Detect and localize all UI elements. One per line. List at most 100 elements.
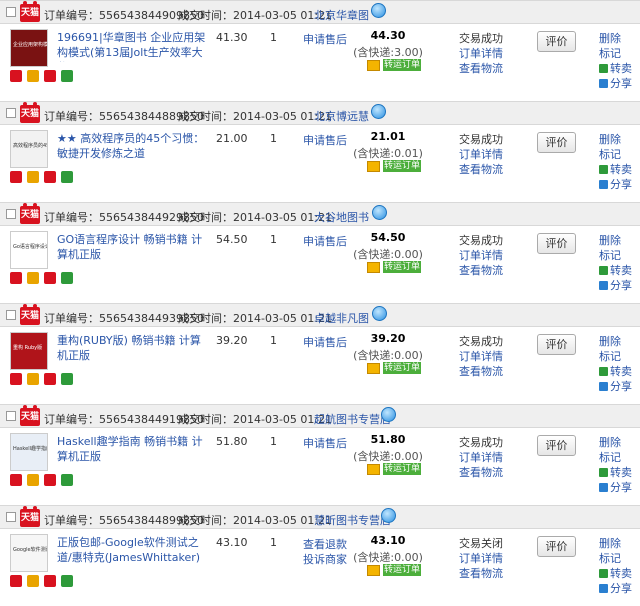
product-thumbnail[interactable]: Haskell趣学指南: [10, 433, 48, 471]
resell-link[interactable]: 转卖: [599, 364, 632, 379]
resell-link[interactable]: 转卖: [599, 263, 632, 278]
shop-name[interactable]: 卓越非凡图...: [314, 310, 370, 326]
complain-link[interactable]: 投诉商家: [303, 551, 347, 567]
product-title[interactable]: 正版包邮-Google软件测试之道/惠特克(JamesWhittaker): [57, 535, 207, 567]
share-link[interactable]: 分享: [599, 379, 632, 394]
evaluate-button[interactable]: 评价: [537, 233, 576, 254]
product-thumbnail[interactable]: Go语言程序设计: [10, 231, 48, 269]
product-title[interactable]: 重构(RUBY版) 畅销书籍 计算机正版: [57, 333, 207, 365]
resell-link[interactable]: 转卖: [599, 465, 632, 480]
order-checkbox[interactable]: [6, 7, 16, 17]
resell-link[interactable]: 转卖: [599, 566, 632, 581]
evaluate-button[interactable]: 评价: [537, 435, 576, 456]
after-sales-link[interactable]: 申请售后: [303, 233, 347, 249]
wangwang-chat-icon[interactable]: [372, 306, 387, 321]
mark-link[interactable]: 标记: [599, 46, 632, 61]
quantity: 1: [270, 31, 277, 44]
mark-link[interactable]: 标记: [599, 349, 632, 364]
delete-link[interactable]: 删除: [599, 233, 632, 248]
logistics-link[interactable]: 查看物流: [459, 364, 503, 379]
wangwang-chat-icon[interactable]: [381, 508, 396, 523]
share-link[interactable]: 分享: [599, 278, 632, 293]
delete-link[interactable]: 删除: [599, 536, 632, 551]
order-detail-link[interactable]: 订单详情: [459, 248, 503, 263]
shop-name[interactable]: 北京博远慧...: [314, 108, 370, 124]
shop-name[interactable]: 慧昕图书专营店: [314, 512, 391, 528]
green-arrow-icon: [599, 468, 608, 477]
green-arrow-icon: [599, 266, 608, 275]
after-sales-link[interactable]: 申请售后: [303, 334, 347, 350]
shop-name[interactable]: 起航图书专营店: [314, 411, 391, 427]
product-thumbnail[interactable]: 重构 Ruby版: [10, 332, 48, 370]
order-ops: 删除 标记 转卖 分享: [599, 334, 632, 394]
share-link[interactable]: 分享: [599, 76, 632, 91]
wangwang-chat-icon[interactable]: [372, 205, 387, 220]
shop-name[interactable]: 北京华章图...: [314, 7, 370, 23]
logistics-link[interactable]: 查看物流: [459, 263, 503, 278]
tmall-logo-icon: 天猫: [20, 102, 40, 123]
order-total: 43.10 (含快递:0.00): [353, 534, 423, 564]
mark-link[interactable]: 标记: [599, 551, 632, 566]
logistics-link[interactable]: 查看物流: [459, 465, 503, 480]
after-sales-link[interactable]: 申请售后: [303, 435, 347, 451]
evaluate-button[interactable]: 评价: [537, 132, 576, 153]
order-time: 成交时间：2014-03-05 01:21: [178, 312, 333, 325]
product-thumbnail[interactable]: Google软件测试之道: [10, 534, 48, 572]
delete-link[interactable]: 删除: [599, 31, 632, 46]
order-detail-link[interactable]: 订单详情: [459, 147, 503, 162]
tmall-logo-icon: 天猫: [20, 405, 40, 426]
product-thumbnail[interactable]: 高效程序员的45个习惯: [10, 130, 48, 168]
after-sales-link[interactable]: 申请售后: [303, 31, 347, 47]
wangwang-chat-icon[interactable]: [371, 104, 386, 119]
share-link[interactable]: 分享: [599, 177, 632, 192]
product-thumbnail[interactable]: 企业应用架构模式: [10, 29, 48, 67]
resell-link[interactable]: 转卖: [599, 61, 632, 76]
share-icon: [599, 281, 608, 290]
order-checkbox[interactable]: [6, 512, 16, 522]
order-status: 交易成功 订单详情 查看物流: [459, 335, 503, 379]
order-detail-link[interactable]: 订单详情: [459, 551, 503, 566]
wangwang-chat-icon[interactable]: [371, 3, 386, 18]
order-block: 天猫 订单编号：556543844909850 成交时间：2014-03-05 …: [0, 0, 640, 101]
logistics-link[interactable]: 查看物流: [459, 566, 503, 581]
after-sales-link[interactable]: 申请售后: [303, 132, 347, 148]
product-title[interactable]: 196691|华章图书 企业应用架构模式(第13届Jolt生产效率大奖...: [57, 30, 207, 62]
order-header: 天猫 订单编号：556543844939850 成交时间：2014-03-05 …: [0, 303, 640, 327]
mark-link[interactable]: 标记: [599, 147, 632, 162]
invoice-icon: [61, 272, 73, 284]
delete-link[interactable]: 删除: [599, 132, 632, 147]
order-ops: 删除 标记 转卖 分享: [599, 31, 632, 91]
logistics-link[interactable]: 查看物流: [459, 61, 503, 76]
evaluate-button[interactable]: 评价: [537, 536, 576, 557]
mark-link[interactable]: 标记: [599, 248, 632, 263]
evaluate-button[interactable]: 评价: [537, 334, 576, 355]
after-sales-link[interactable]: 查看退款: [303, 536, 347, 552]
seven-day-return-icon: [10, 272, 22, 284]
seven-day-return-icon: [10, 171, 22, 183]
order-detail-link[interactable]: 订单详情: [459, 450, 503, 465]
order-checkbox[interactable]: [6, 209, 16, 219]
order-detail-link[interactable]: 订单详情: [459, 349, 503, 364]
product-title[interactable]: GO语言程序设计 畅销书籍 计算机正版: [57, 232, 207, 264]
unit-price: 54.50: [216, 233, 248, 246]
evaluate-button[interactable]: 评价: [537, 31, 576, 52]
order-detail-link[interactable]: 订单详情: [459, 46, 503, 61]
wangwang-chat-icon[interactable]: [381, 407, 396, 422]
order-checkbox[interactable]: [6, 411, 16, 421]
order-ops: 删除 标记 转卖 分享: [599, 132, 632, 192]
share-link[interactable]: 分享: [599, 480, 632, 495]
mark-link[interactable]: 标记: [599, 450, 632, 465]
order-checkbox[interactable]: [6, 310, 16, 320]
order-time: 成交时间：2014-03-05 01:21: [178, 110, 333, 123]
delete-link[interactable]: 删除: [599, 334, 632, 349]
resell-link[interactable]: 转卖: [599, 162, 632, 177]
logistics-link[interactable]: 查看物流: [459, 162, 503, 177]
guarantee-icon: [27, 272, 39, 284]
shop-name[interactable]: 大谷地图书...: [314, 209, 370, 225]
order-status: 交易成功 订单详情 查看物流: [459, 234, 503, 278]
order-block: 天猫 订单编号：556543844889850 成交时间：2014-03-05 …: [0, 101, 640, 202]
order-checkbox[interactable]: [6, 108, 16, 118]
delete-link[interactable]: 删除: [599, 435, 632, 450]
product-title[interactable]: Haskell趣学指南 畅销书籍 计算机正版: [57, 434, 207, 466]
product-title[interactable]: ★★ 高效程序员的45个习惯：敏捷开发修炼之道: [57, 131, 207, 163]
